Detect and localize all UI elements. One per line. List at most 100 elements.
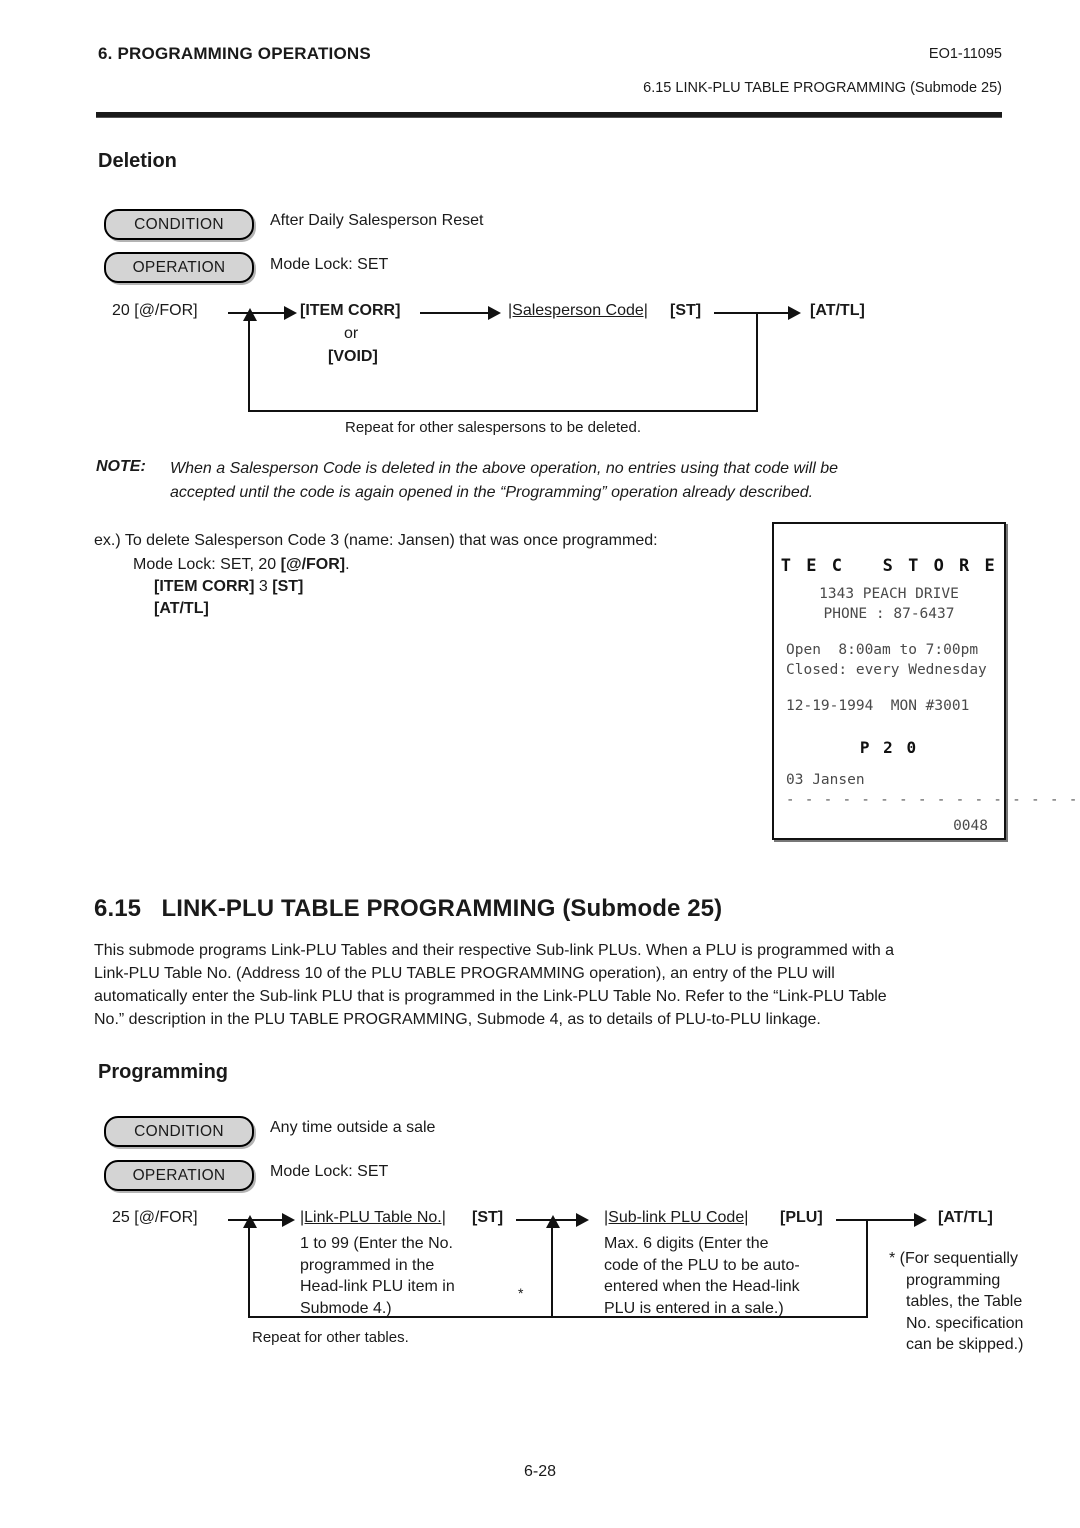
deletion-arrow1-line bbox=[228, 312, 286, 314]
section-body-line-4: No.” description in the PLU TABLE PROGRA… bbox=[94, 1011, 821, 1028]
programming-operation-label: OPERATION bbox=[132, 1166, 226, 1184]
deletion-loop-right-vline bbox=[756, 313, 758, 412]
programming-loop-arrow-head bbox=[243, 1215, 257, 1228]
page-header-doc-code: EO1-11095 bbox=[928, 46, 1002, 62]
receipt-address: 1343 PEACH DRIVE bbox=[819, 586, 959, 602]
receipt-separator: - - - - - - - - - - - - - - - - - - - - … bbox=[786, 792, 1079, 808]
programming-flow-sublink-code: |Sub-link PLU Code| bbox=[604, 1209, 749, 1226]
programming-condition-value: Any time outside a sale bbox=[270, 1119, 436, 1136]
programming-loop-bottom-hline bbox=[248, 1316, 868, 1318]
section-number: 6.15 bbox=[94, 895, 142, 922]
programming-loop-right-vline bbox=[866, 1220, 868, 1318]
receipt-date-line: 12-19-1994 MON #3001 bbox=[786, 698, 970, 714]
programming-right-note-line-2: programming bbox=[906, 1271, 1001, 1289]
note-label: NOTE: bbox=[96, 458, 146, 475]
programming-operation-value: Mode Lock: SET bbox=[270, 1163, 389, 1180]
example-st-key: [ST] bbox=[272, 578, 304, 595]
deletion-flow-step1: [ITEM CORR] bbox=[300, 302, 401, 319]
note-line-2: accepted until the code is again opened … bbox=[170, 484, 814, 501]
receipt-store-name: T E C S T O R E bbox=[780, 556, 998, 576]
deletion-flow-st-key: [ST] bbox=[670, 302, 702, 319]
programming-right-note-line-3: tables, the Table bbox=[906, 1293, 1023, 1311]
receipt-closed: Closed: every Wednesday bbox=[786, 662, 987, 678]
programming-step1-note: 1 to 99 (Enter the No. programmed in the… bbox=[300, 1233, 455, 1319]
programming-operation-pill: OPERATION bbox=[104, 1160, 254, 1191]
programming-step2-note-line-1: Max. 6 digits (Enter the bbox=[604, 1235, 769, 1252]
deletion-operation-pill: OPERATION bbox=[104, 252, 254, 283]
example-line-4: [AT/TL] bbox=[154, 600, 209, 617]
receipt-entry: 03 Jansen bbox=[786, 772, 865, 788]
programming-step2-note: Max. 6 digits (Enter the code of the PLU… bbox=[604, 1233, 800, 1319]
programming-asterisk-marker: * bbox=[518, 1285, 524, 1301]
example-mode-lock: Mode Lock: SET, 20 bbox=[133, 556, 281, 573]
deletion-loop-left-vline bbox=[248, 320, 250, 412]
programming-flow-st-key: [ST] bbox=[472, 1209, 504, 1226]
deletion-arrow2-line bbox=[420, 312, 490, 314]
deletion-flow-attl: [AT/TL] bbox=[810, 302, 865, 319]
programming-right-note: * (For sequentially programming tables, … bbox=[889, 1248, 1023, 1356]
example-atfor-key: [@/FOR] bbox=[280, 556, 346, 573]
section-heading: 6.15 LINK-PLU TABLE PROGRAMMING (Submode… bbox=[94, 895, 722, 923]
deletion-operation-label: OPERATION bbox=[132, 258, 226, 276]
deletion-flow-start: 20 [@/FOR] bbox=[112, 300, 198, 321]
deletion-arrow1-head bbox=[284, 306, 297, 320]
deletion-flow-or: or bbox=[344, 325, 359, 342]
section-title: LINK-PLU TABLE PROGRAMMING (Submode 25) bbox=[161, 895, 723, 922]
programming-step1-note-line-3: Head-link PLU item in bbox=[300, 1278, 455, 1296]
receipt-sample: T E C S T O R E 1343 PEACH DRIVE PHONE :… bbox=[772, 522, 1077, 840]
receipt-counter: 0048 bbox=[953, 818, 988, 834]
example-code-3: 3 bbox=[254, 578, 273, 595]
programming-flow-attl: [AT/TL] bbox=[938, 1209, 993, 1226]
programming-arrow1-head bbox=[282, 1213, 295, 1227]
example-line-1: ex.) To delete Salesperson Code 3 (name:… bbox=[94, 532, 658, 549]
programming-step1-note-line-2: programmed in the bbox=[300, 1256, 435, 1274]
deletion-loop-caption: Repeat for other salespersons to be dele… bbox=[345, 419, 642, 436]
programming-condition-pill: CONDITION bbox=[104, 1116, 254, 1147]
programming-step2-note-line-3: entered when the Head-link bbox=[604, 1278, 800, 1296]
page-footer: 6-28 bbox=[523, 1463, 557, 1480]
page-header-chapter: 6. PROGRAMMING OPERATIONS bbox=[98, 44, 371, 63]
programming-loop-mid-vline bbox=[551, 1227, 553, 1318]
example-line-2: Mode Lock: SET, 20 [@/FOR]. bbox=[133, 554, 350, 575]
page-header-section-ref: 6.15 LINK-PLU TABLE PROGRAMMING (Submode… bbox=[643, 80, 1002, 96]
deletion-arrow3-head bbox=[788, 306, 801, 320]
deletion-operation-value: Mode Lock: SET bbox=[270, 256, 389, 273]
receipt-open-hours: Open 8:00am to 7:00pm bbox=[786, 642, 979, 658]
deletion-condition-label: CONDITION bbox=[134, 215, 224, 233]
programming-loop-mid-arrow-head bbox=[546, 1215, 560, 1228]
programming-step1-note-line-1: 1 to 99 (Enter the No. bbox=[300, 1235, 453, 1252]
deletion-flow-step1-alt: [VOID] bbox=[328, 348, 378, 365]
deletion-heading: Deletion bbox=[98, 150, 177, 172]
section-body-line-2: Link-PLU Table No. (Address 10 of the PL… bbox=[94, 965, 835, 982]
programming-flow-start: 25 [@/FOR] bbox=[112, 1209, 198, 1226]
deletion-condition-pill: CONDITION bbox=[104, 209, 254, 240]
programming-flow-table-no: |Link-PLU Table No.| bbox=[300, 1209, 446, 1226]
example-item-corr-key: [ITEM CORR] bbox=[154, 578, 255, 595]
section-body-line-1: This submode programs Link-PLU Tables an… bbox=[94, 942, 895, 959]
programming-step2-note-line-2: code of the PLU to be auto- bbox=[604, 1256, 800, 1274]
receipt-mode: P 2 0 bbox=[859, 738, 919, 757]
header-rule bbox=[96, 112, 1002, 118]
example-line-3: [ITEM CORR] 3 [ST] bbox=[154, 576, 303, 597]
programming-flow-plu-key: [PLU] bbox=[780, 1209, 823, 1226]
programming-arrow3-head bbox=[914, 1213, 927, 1227]
programming-condition-label: CONDITION bbox=[134, 1122, 224, 1140]
deletion-loop-bottom-hline bbox=[248, 410, 758, 412]
note-line-1: When a Salesperson Code is deleted in th… bbox=[170, 460, 838, 477]
programming-right-note-line-1: * (For sequentially bbox=[889, 1250, 1018, 1267]
programming-arrow3-line bbox=[836, 1219, 916, 1221]
programming-arrow2-head bbox=[576, 1213, 589, 1227]
deletion-flow-salesperson-code: |Salesperson Code| bbox=[508, 302, 648, 319]
programming-loop-caption: Repeat for other tables. bbox=[252, 1329, 409, 1346]
deletion-arrow2-head bbox=[488, 306, 501, 320]
programming-right-note-line-4: No. specification bbox=[906, 1314, 1024, 1332]
deletion-arrow3-line bbox=[714, 312, 790, 314]
deletion-condition-value: After Daily Salesperson Reset bbox=[270, 212, 484, 229]
document-page: 6. PROGRAMMING OPERATIONS EO1-11095 6.15… bbox=[0, 0, 1080, 1528]
programming-right-note-line-5: can be skipped.) bbox=[906, 1336, 1024, 1354]
deletion-flow-start-label: 20 [@/FOR] bbox=[112, 302, 198, 319]
section-body-line-3: automatically enter the Sub-link PLU tha… bbox=[94, 988, 887, 1005]
programming-heading: Programming bbox=[98, 1061, 229, 1083]
receipt-phone: PHONE : 87-6437 bbox=[823, 606, 955, 622]
programming-loop-left-vline bbox=[248, 1227, 250, 1318]
